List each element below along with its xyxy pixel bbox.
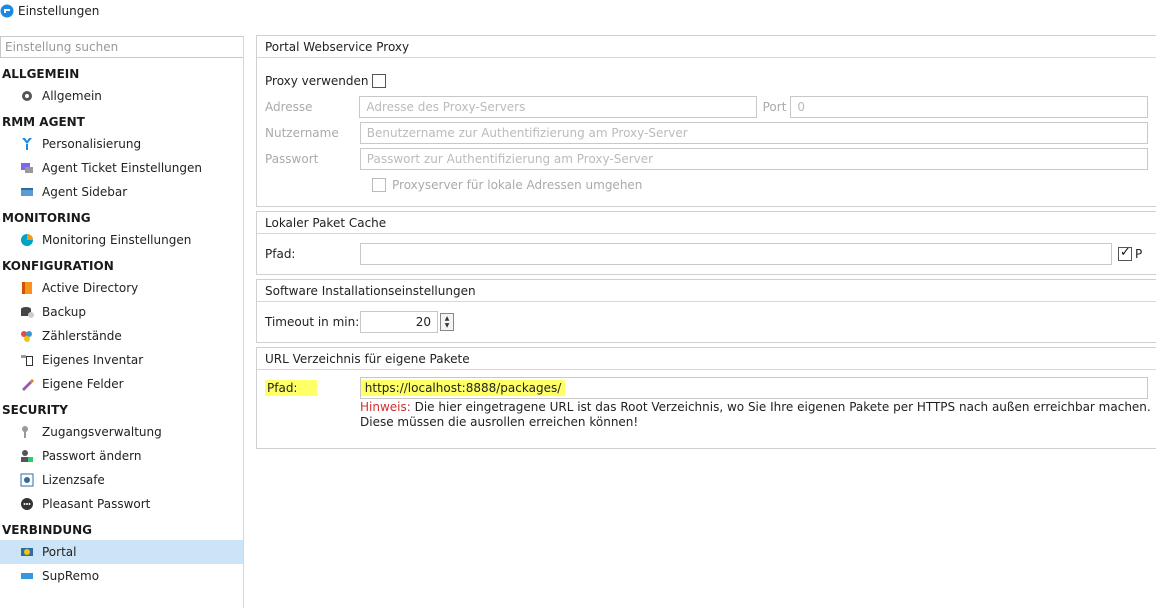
sidebar-section-konfiguration: KONFIGURATION [2, 258, 114, 273]
sidebar-item-active-directory[interactable]: Active Directory [0, 276, 243, 300]
sidebar-item-backup[interactable]: Backup [0, 300, 243, 324]
window-title: Einstellungen [18, 4, 100, 18]
backup-icon [20, 305, 34, 319]
sidebar-item-label: Allgemein [42, 89, 102, 103]
user-lock-icon [20, 449, 34, 463]
url-path-value: https://localhost:8888/packages/ [360, 380, 566, 396]
install-group-header: Software Installationseinstellungen [257, 280, 1156, 302]
timeout-spin-button[interactable]: ▲ ▼ [440, 313, 454, 331]
timeout-label: Timeout in min: [265, 315, 360, 329]
sidebar-item-label: Portal [42, 545, 77, 559]
chevron-down-icon: ▼ [444, 322, 450, 329]
proxy-port-label: Port [762, 100, 787, 114]
sidebar-item-label: Eigene Felder [42, 377, 124, 391]
sidebar-icon [20, 185, 34, 199]
cache-option-checkbox[interactable] [1118, 245, 1132, 261]
pleasant-icon [20, 497, 34, 511]
directory-icon [20, 281, 34, 295]
sidebar-item-label: Zählerstände [42, 329, 122, 343]
proxy-group-header: Portal Webservice Proxy [257, 36, 1156, 58]
proxy-use-checkbox[interactable] [371, 74, 386, 88]
cache-path-input[interactable] [360, 243, 1112, 265]
sidebar-section-rmm-agent: RMM AGENT [2, 114, 85, 129]
url-path-input[interactable]: https://localhost:8888/packages/ [359, 377, 1148, 399]
url-path-label: Pfad: [265, 380, 318, 396]
sidebar-item-allgemein[interactable]: Allgemein [0, 84, 243, 108]
cache-option-label: P [1135, 247, 1143, 261]
sidebar-section-allgemein: ALLGEMEIN [2, 66, 80, 81]
sidebar-item-label: Active Directory [42, 281, 139, 295]
proxy-group: Portal Webservice Proxy Proxy verwenden … [256, 35, 1156, 207]
remote-icon [20, 569, 34, 583]
url-hint: Hinweis: Die hier eingetragene URL ist d… [360, 400, 1156, 430]
sidebar-item-label: Backup [42, 305, 86, 319]
sidebar: Einstellung suchen ALLGEMEIN Allgemein RMM… [0, 36, 244, 608]
proxy-address-label: Adresse [265, 100, 313, 114]
sidebar-section-verbindung: VERBINDUNG [2, 522, 92, 537]
sidebar-item-label: Pleasant Passwort [42, 497, 151, 511]
sidebar-section-security: SECURITY [2, 402, 68, 417]
sidebar-item-label: SupRemo [42, 569, 100, 583]
sidebar-item-label: Lizenzsafe [42, 473, 105, 487]
brush-icon [20, 137, 34, 151]
counter-icon [20, 329, 34, 343]
proxy-port-input[interactable]: 0 [790, 96, 1148, 118]
proxy-use-label: Proxy verwenden [265, 74, 369, 88]
sidebar-item-lizenzsafe[interactable]: Lizenzsafe [0, 468, 243, 492]
key-icon [20, 425, 34, 439]
sidebar-item-label: Passwort ändern [42, 449, 142, 463]
sidebar-item-label: Zugangsverwaltung [42, 425, 162, 439]
cache-path-label: Pfad: [265, 247, 296, 261]
sidebar-item-zugangsverwaltung[interactable]: Zugangsverwaltung [0, 420, 243, 444]
proxy-address-input[interactable]: Adresse des Proxy-Servers [359, 96, 757, 118]
proxy-bypass-checkbox[interactable] [372, 178, 386, 192]
sidebar-item-monitoring-einstellungen[interactable]: Monitoring Einstellungen [0, 228, 243, 252]
sidebar-item-agent-sidebar[interactable]: Agent Sidebar [0, 180, 243, 204]
main-panel: Portal Webservice Proxy Proxy verwenden … [256, 35, 1156, 453]
sidebar-item-passwort-ändern[interactable]: Passwort ändern [0, 444, 243, 468]
sidebar-nav: ALLGEMEIN Allgemein RMM AGENT Personalisier… [0, 63, 243, 588]
url-repo-group: URL Verzeichnis für eigene Pakete Pfad: … [256, 347, 1156, 449]
sidebar-item-agent-ticket-einstellungen[interactable]: Agent Ticket Einstellungen [0, 156, 243, 180]
ticket-icon [20, 161, 34, 175]
title-bar: Einstellungen [0, 0, 1156, 22]
sidebar-item-personalisierung[interactable]: Personalisierung [0, 132, 243, 156]
proxy-user-input[interactable]: Benutzername zur Authentifizierung am Pr… [359, 122, 1148, 144]
app-logo-icon [0, 4, 14, 18]
sidebar-item-eigene-felder[interactable]: Eigene Felder [0, 372, 243, 396]
gear-icon [20, 89, 34, 103]
sidebar-section-monitoring: MONITORING [2, 210, 91, 225]
chevron-up-icon: ▲ [444, 315, 450, 322]
cache-group-header: Lokaler Paket Cache [257, 212, 1156, 234]
install-group: Software Installationseinstellungen Time… [256, 279, 1156, 343]
pie-chart-icon [20, 233, 34, 247]
cache-group: Lokaler Paket Cache Pfad: P [256, 211, 1156, 275]
proxy-user-label: Nutzername [265, 126, 339, 140]
portal-icon [20, 545, 34, 559]
timeout-input[interactable]: 20 [360, 311, 438, 333]
sidebar-item-eigenes-inventar[interactable]: Eigenes Inventar [0, 348, 243, 372]
proxy-pass-label: Passwort [265, 152, 319, 166]
safe-icon [20, 473, 34, 487]
proxy-bypass-label: Proxyserver für lokale Adressen umgehen [392, 178, 643, 192]
hint-prefix: Hinweis: [360, 400, 411, 414]
timeout-spinner: 20 ▲ ▼ [360, 311, 454, 333]
sidebar-item-pleasant-passwort[interactable]: Pleasant Passwort [0, 492, 243, 516]
sidebar-item-zählerstände[interactable]: Zählerstände [0, 324, 243, 348]
proxy-pass-input[interactable]: Passwort zur Authentifizierung am Proxy-… [359, 148, 1148, 170]
sidebar-item-label: Agent Sidebar [42, 185, 128, 199]
sidebar-item-supremo[interactable]: SupRemo [0, 564, 243, 588]
sidebar-item-portal[interactable]: Portal [0, 540, 243, 564]
settings-search-input[interactable]: Einstellung suchen [0, 36, 243, 58]
sidebar-item-label: Eigenes Inventar [42, 353, 144, 367]
sidebar-item-label: Personalisierung [42, 137, 142, 151]
sidebar-item-label: Agent Ticket Einstellungen [42, 161, 202, 175]
inventory-icon [20, 353, 34, 367]
hint-text: Die hier eingetragene URL ist das Root V… [360, 400, 1151, 429]
url-repo-group-header: URL Verzeichnis für eigene Pakete [257, 348, 1156, 370]
pen-icon [20, 377, 34, 391]
sidebar-item-label: Monitoring Einstellungen [42, 233, 192, 247]
